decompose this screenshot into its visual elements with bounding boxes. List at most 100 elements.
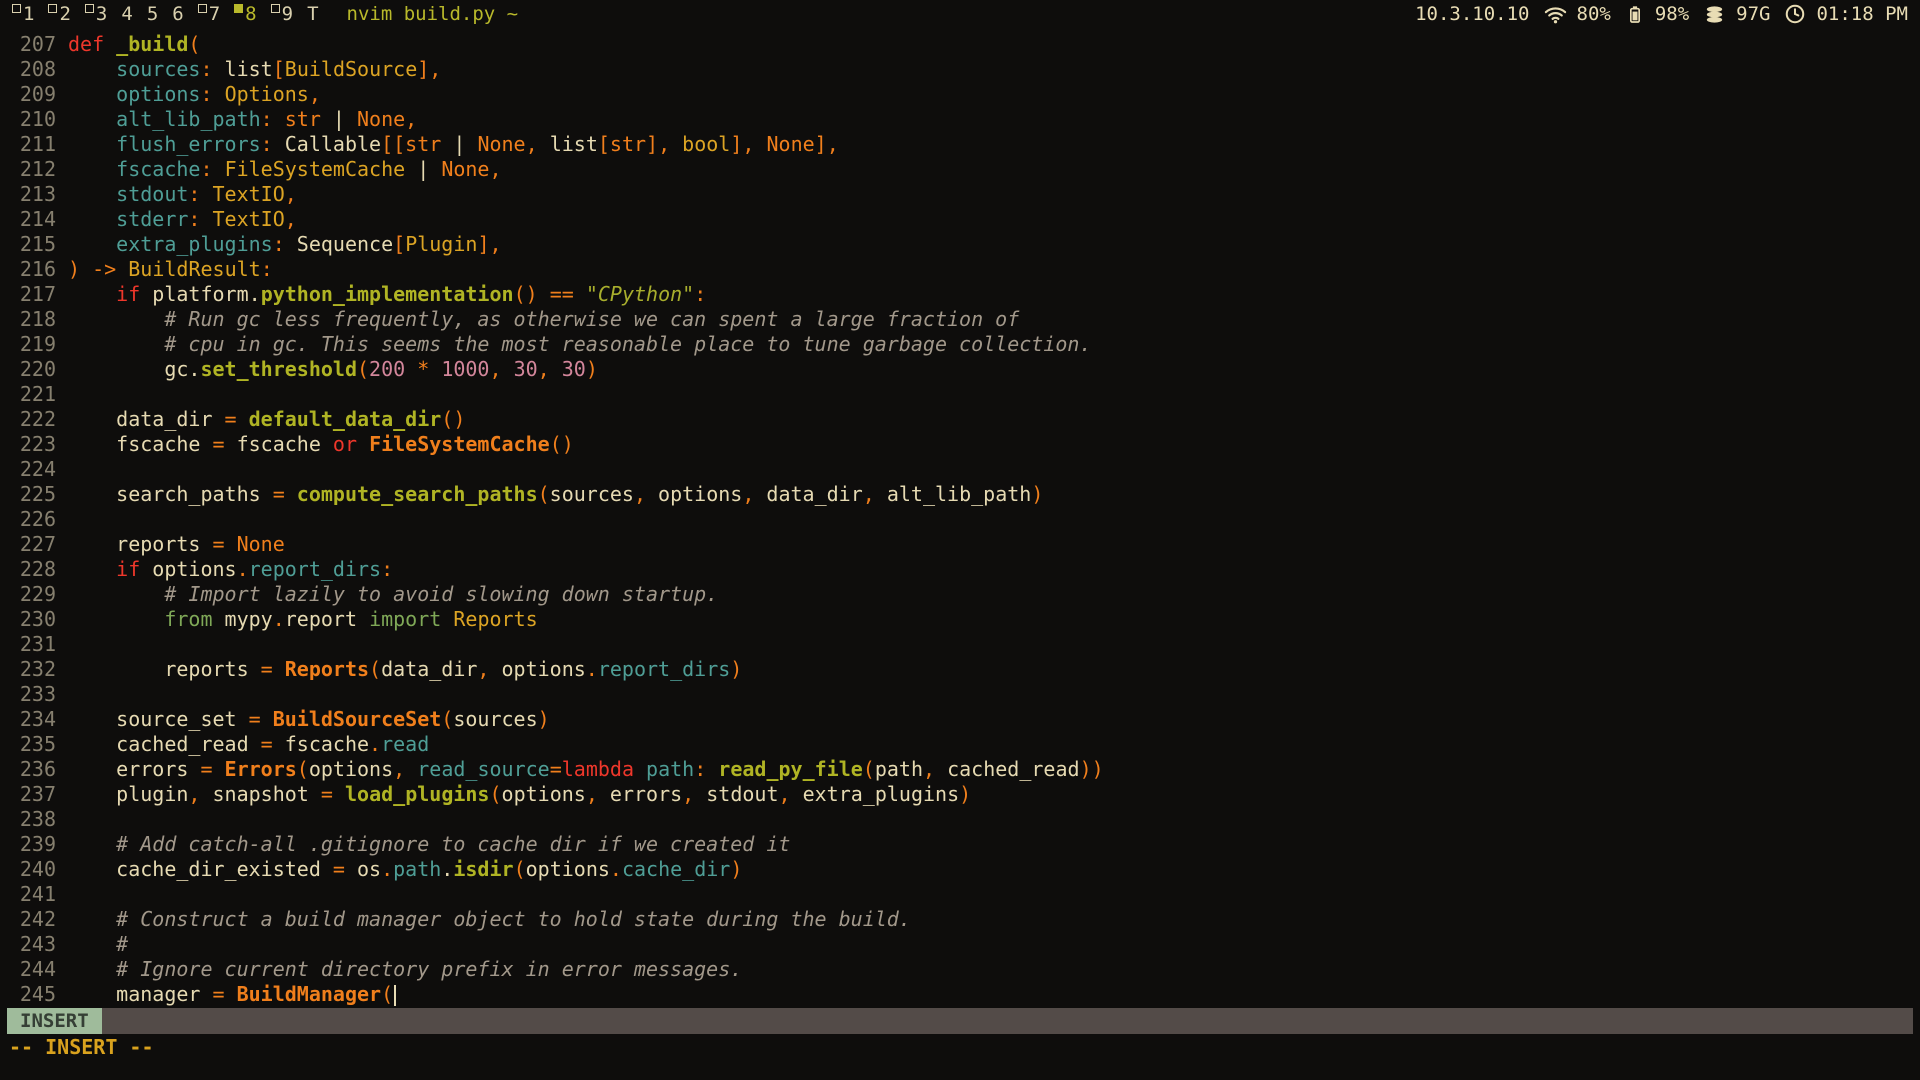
status-text: 80% — [1577, 3, 1611, 25]
line-number: 245 — [0, 982, 56, 1007]
line-number: 224 — [0, 457, 56, 482]
code-line[interactable]: 239 # Add catch-all .gitignore to cache … — [0, 832, 1920, 857]
code-line[interactable]: 222 data_dir = default_data_dir() — [0, 407, 1920, 432]
code-line[interactable]: 221 — [0, 382, 1920, 407]
line-number: 209 — [0, 82, 56, 107]
line-number: 228 — [0, 557, 56, 582]
status-text: 97G — [1736, 3, 1770, 25]
workspace-item-5[interactable]: 5 — [147, 1, 158, 27]
workspace-item-1[interactable]: 1 — [12, 1, 34, 27]
code-line[interactable]: 223 fscache = fscache or FileSystemCache… — [0, 432, 1920, 457]
code-line[interactable]: 225 search_paths = compute_search_paths(… — [0, 482, 1920, 507]
line-number: 236 — [0, 757, 56, 782]
line-number: 210 — [0, 107, 56, 132]
code-line[interactable]: 231 — [0, 632, 1920, 657]
code-line[interactable]: 240 cache_dir_existed = os.path.isdir(op… — [0, 857, 1920, 882]
code-line[interactable]: 214 stderr: TextIO, — [0, 207, 1920, 232]
line-number: 240 — [0, 857, 56, 882]
disk-icon — [1689, 3, 1728, 26]
workspace-item-4[interactable]: 4 — [121, 1, 132, 27]
system-status: 10.3.10.1080%98%97G01:18 PM — [1407, 3, 1908, 26]
code-line[interactable]: 241 — [0, 882, 1920, 907]
line-number: 241 — [0, 882, 56, 907]
battery-icon — [1611, 3, 1647, 26]
occupied-square-icon — [234, 4, 243, 13]
workspace-item-8[interactable]: 8 — [234, 1, 256, 27]
line-number: 212 — [0, 157, 56, 182]
code-line[interactable]: 230 from mypy.report import Reports — [0, 607, 1920, 632]
workspace-label: 6 — [172, 1, 183, 27]
code-line[interactable]: 220 gc.set_threshold(200 * 1000, 30, 30) — [0, 357, 1920, 382]
editor[interactable]: 207def _build(208 sources: list[BuildSou… — [0, 28, 1920, 1007]
line-number: 225 — [0, 482, 56, 507]
line-number: 213 — [0, 182, 56, 207]
code-line[interactable]: 228 if options.report_dirs: — [0, 557, 1920, 582]
workspace-item-9[interactable]: 9 — [271, 1, 293, 27]
line-number: 219 — [0, 332, 56, 357]
workspace-item-7[interactable]: 7 — [198, 1, 220, 27]
workspace-label: 9 — [282, 1, 293, 27]
code-line[interactable]: 232 reports = Reports(data_dir, options.… — [0, 657, 1920, 682]
code-line[interactable]: 210 alt_lib_path: str | None, — [0, 107, 1920, 132]
line-number: 216 — [0, 257, 56, 282]
code-line[interactable]: 234 source_set = BuildSourceSet(sources) — [0, 707, 1920, 732]
workspace-label: 7 — [209, 1, 220, 27]
line-number: 217 — [0, 282, 56, 307]
code-line[interactable]: 216) -> BuildResult: — [0, 257, 1920, 282]
code-line[interactable]: 224 — [0, 457, 1920, 482]
workspace-label: 4 — [121, 1, 132, 27]
top-bar: 123456789T nvim build.py ~ 10.3.10.10 80%… — [0, 0, 1920, 28]
code-line[interactable]: 217 if platform.python_implementation() … — [0, 282, 1920, 307]
code-line[interactable]: 209 options: Options, — [0, 82, 1920, 107]
code-line[interactable]: 219 # cpu in gc. This seems the most rea… — [0, 332, 1920, 357]
code-line[interactable]: 238 — [0, 807, 1920, 832]
code-line[interactable]: 212 fscache: FileSystemCache | None, — [0, 157, 1920, 182]
line-number: 238 — [0, 807, 56, 832]
clock-icon — [1770, 3, 1808, 25]
workspace-label: 5 — [147, 1, 158, 27]
line-number: 242 — [0, 907, 56, 932]
line-number: 226 — [0, 507, 56, 532]
code-line[interactable]: 237 plugin, snapshot = load_plugins(opti… — [0, 782, 1920, 807]
code-line[interactable]: 208 sources: list[BuildSource], — [0, 57, 1920, 82]
code-line[interactable]: 218 # Run gc less frequently, as otherwi… — [0, 307, 1920, 332]
line-number: 211 — [0, 132, 56, 157]
code-line[interactable]: 243 # — [0, 932, 1920, 957]
line-number: 220 — [0, 357, 56, 382]
mode-badge: INSERT — [7, 1008, 102, 1034]
code-line[interactable]: 226 — [0, 507, 1920, 532]
line-number: 235 — [0, 732, 56, 757]
workspace-list: 123456789T — [12, 1, 333, 27]
line-number: 243 — [0, 932, 56, 957]
code-line[interactable]: 245 manager = BuildManager( — [0, 982, 1920, 1007]
code-line[interactable]: 244 # Ignore current directory prefix in… — [0, 957, 1920, 982]
workspace-item-2[interactable]: 2 — [48, 1, 70, 27]
line-number: 215 — [0, 232, 56, 257]
line-number: 223 — [0, 432, 56, 457]
window-square-icon — [48, 4, 57, 13]
code-line[interactable]: 215 extra_plugins: Sequence[Plugin], — [0, 232, 1920, 257]
workspace-item-T[interactable]: T — [307, 1, 318, 27]
code-line[interactable]: 229 # Import lazily to avoid slowing dow… — [0, 582, 1920, 607]
line-number: 221 — [0, 382, 56, 407]
workspace-label: 2 — [59, 1, 70, 27]
code-line[interactable]: 207def _build( — [0, 32, 1920, 57]
workspace-item-3[interactable]: 3 — [85, 1, 107, 27]
line-number: 244 — [0, 957, 56, 982]
line-number: 234 — [0, 707, 56, 732]
window-square-icon — [271, 4, 280, 13]
code-area[interactable]: 207def _build(208 sources: list[BuildSou… — [0, 32, 1920, 1007]
wifi-icon — [1530, 3, 1569, 26]
workspace-item-6[interactable]: 6 — [172, 1, 183, 27]
code-line[interactable]: 213 stdout: TextIO, — [0, 182, 1920, 207]
code-line[interactable]: 235 cached_read = fscache.read — [0, 732, 1920, 757]
window-title: nvim build.py ~ — [347, 3, 519, 25]
code-line[interactable]: 233 — [0, 682, 1920, 707]
window-square-icon — [12, 4, 21, 13]
code-line[interactable]: 242 # Construct a build manager object t… — [0, 907, 1920, 932]
status-text: 10.3.10.10 — [1415, 3, 1529, 25]
line-number: 230 — [0, 607, 56, 632]
code-line[interactable]: 236 errors = Errors(options, read_source… — [0, 757, 1920, 782]
code-line[interactable]: 227 reports = None — [0, 532, 1920, 557]
code-line[interactable]: 211 flush_errors: Callable[[str | None, … — [0, 132, 1920, 157]
